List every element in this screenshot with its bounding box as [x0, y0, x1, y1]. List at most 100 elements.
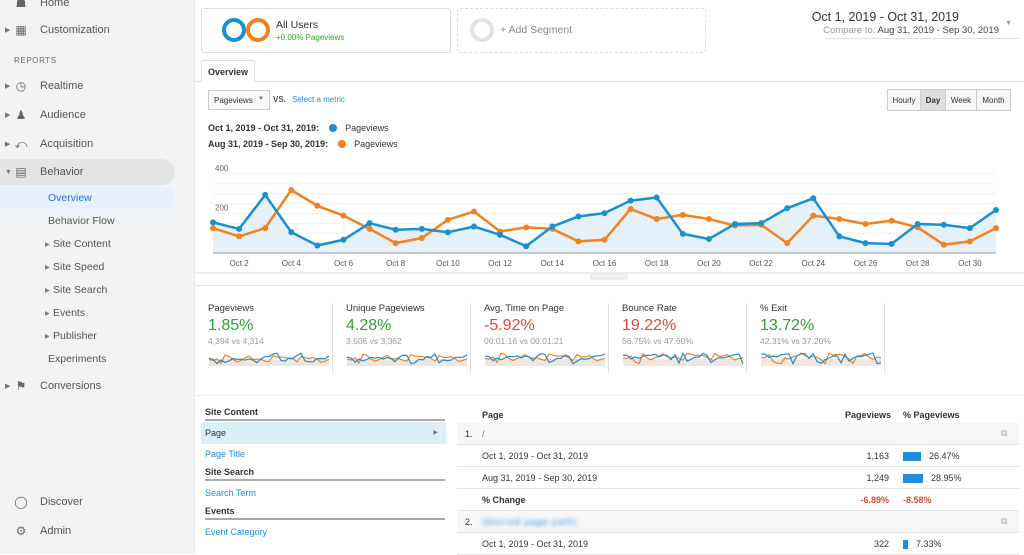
current-data-point[interactable]: [236, 225, 243, 232]
previous-data-point[interactable]: [314, 202, 321, 209]
metric-card: Bounce Rate 19.22% 56.75% vs 47.60%: [609, 303, 747, 373]
sidebar-item-audience[interactable]: ▶ ♟ Audience: [0, 102, 175, 128]
current-data-point[interactable]: [705, 235, 712, 242]
granularity-day-button[interactable]: Day: [920, 89, 946, 111]
previous-data-point[interactable]: [236, 233, 243, 240]
previous-data-point[interactable]: [523, 224, 530, 231]
previous-data-point[interactable]: [471, 208, 477, 215]
segment-all-users[interactable]: All Users +0.00% Pageviews: [201, 8, 451, 53]
tab-overview[interactable]: Overview: [201, 60, 256, 82]
dimension-link[interactable]: Page Title: [201, 443, 446, 465]
col-page[interactable]: Page: [482, 410, 504, 420]
metric-select[interactable]: Pageviews ▼: [208, 90, 270, 110]
current-data-point[interactable]: [210, 219, 216, 226]
current-data-point[interactable]: [836, 233, 843, 240]
current-data-point[interactable]: [888, 240, 895, 247]
previous-data-point[interactable]: [679, 211, 686, 218]
previous-data-point[interactable]: [940, 241, 947, 248]
col-pct-pageviews[interactable]: % Pageviews: [903, 410, 960, 420]
previous-data-point[interactable]: [627, 205, 634, 212]
previous-data-point[interactable]: [653, 216, 660, 223]
previous-data-point[interactable]: [862, 220, 869, 227]
current-data-point[interactable]: [392, 226, 399, 233]
previous-data-point[interactable]: [418, 234, 425, 241]
previous-data-point[interactable]: [444, 216, 451, 223]
current-data-point[interactable]: [627, 197, 634, 204]
chart-resize-handle[interactable]: [590, 272, 628, 280]
current-data-point[interactable]: [340, 236, 347, 243]
previous-data-point[interactable]: [392, 240, 399, 247]
current-data-point[interactable]: [914, 220, 921, 227]
add-segment-button[interactable]: + Add Segment: [457, 8, 706, 53]
current-data-point[interactable]: [314, 242, 321, 249]
dimension-link[interactable]: Search Term: [201, 482, 446, 504]
granularity-hourly-button[interactable]: Hourly: [887, 89, 921, 111]
sidebar-subitem-site-search[interactable]: ▶ Site Search: [0, 279, 175, 301]
sidebar-item-discover[interactable]: ◯ Discover: [0, 489, 175, 515]
sidebar-subitem-events[interactable]: ▶ Events: [0, 302, 175, 324]
chevron-down-icon[interactable]: ▼: [1005, 20, 1012, 27]
previous-data-point[interactable]: [262, 225, 269, 232]
sidebar-item-home[interactable]: ☗ Home: [0, 0, 175, 16]
current-data-point[interactable]: [784, 205, 791, 212]
sidebar-item-conversions[interactable]: ▶ ⚑ Conversions: [0, 373, 175, 399]
previous-data-point[interactable]: [993, 225, 999, 232]
sidebar-subitem-site-speed[interactable]: ▶ Site Speed: [0, 256, 175, 278]
previous-data-point[interactable]: [784, 240, 791, 247]
current-data-point[interactable]: [288, 229, 295, 236]
current-data-point[interactable]: [862, 240, 869, 247]
current-data-point[interactable]: [262, 191, 269, 198]
previous-data-point[interactable]: [340, 212, 347, 219]
col-pageviews[interactable]: Pageviews: [845, 410, 891, 420]
previous-data-point[interactable]: [966, 238, 973, 245]
current-data-point[interactable]: [575, 213, 582, 220]
current-data-point[interactable]: [758, 220, 765, 227]
current-data-point[interactable]: [497, 231, 504, 238]
current-data-point[interactable]: [418, 225, 425, 232]
current-data-point[interactable]: [810, 195, 817, 202]
previous-data-point[interactable]: [705, 216, 712, 223]
current-data-point[interactable]: [366, 220, 373, 227]
granularity-month-button[interactable]: Month: [976, 89, 1011, 111]
previous-data-point[interactable]: [210, 225, 216, 232]
sidebar-subitem-publisher[interactable]: ▶ Publisher: [0, 325, 175, 347]
dimension-link[interactable]: Page ▶: [201, 422, 446, 444]
previous-data-point[interactable]: [810, 212, 817, 219]
previous-data-point[interactable]: [888, 217, 895, 224]
sidebar-subitem-behavior-flow[interactable]: Behavior Flow: [0, 210, 175, 232]
external-link-icon[interactable]: ⧉: [1001, 516, 1007, 527]
sidebar-subitem-experiments[interactable]: Experiments: [0, 348, 175, 370]
sidebar-item-customization[interactable]: ▶ ▦ Customization: [0, 17, 175, 43]
current-data-point[interactable]: [601, 210, 608, 217]
current-data-point[interactable]: [966, 225, 973, 232]
current-data-point[interactable]: [993, 206, 999, 213]
previous-data-point[interactable]: [575, 238, 582, 245]
sidebar-item-admin[interactable]: ⚙ Admin: [0, 518, 175, 544]
page-link[interactable]: (blurred page path): [482, 517, 578, 527]
current-data-point[interactable]: [549, 223, 556, 230]
current-data-point[interactable]: [471, 223, 477, 230]
current-data-point[interactable]: [940, 221, 947, 228]
previous-data-point[interactable]: [288, 186, 295, 193]
current-data-point[interactable]: [732, 220, 738, 227]
sidebar-subitem-overview[interactable]: Overview: [0, 187, 175, 209]
external-link-icon[interactable]: ⧉: [1001, 428, 1007, 439]
current-data-point[interactable]: [444, 229, 451, 236]
dimension-link[interactable]: Event Category: [201, 521, 446, 543]
current-data-point[interactable]: [653, 194, 660, 201]
granularity-week-button[interactable]: Week: [945, 89, 977, 111]
sidebar-item-behavior[interactable]: ▼ ▤ Behavior: [0, 159, 175, 185]
previous-data-point[interactable]: [836, 216, 843, 223]
x-tick-label: Oct 6: [334, 259, 354, 268]
previous-data-point[interactable]: [366, 225, 373, 232]
x-tick-label: Oct 30: [958, 259, 982, 268]
sidebar-item-realtime[interactable]: ▶ ◷ Realtime: [0, 73, 175, 99]
select-metric-link[interactable]: Select a metric: [292, 95, 345, 104]
sidebar-item-acquisition[interactable]: ▶ ⤺ Acquisition: [0, 131, 175, 157]
current-data-point[interactable]: [679, 230, 686, 237]
current-data-point[interactable]: [523, 243, 530, 250]
sidebar-subitem-site-content[interactable]: ▶ Site Content: [0, 233, 175, 255]
previous-data-point[interactable]: [601, 236, 608, 243]
page-link[interactable]: /: [482, 429, 485, 439]
row-pageviews-change: -6.89%: [860, 494, 889, 505]
